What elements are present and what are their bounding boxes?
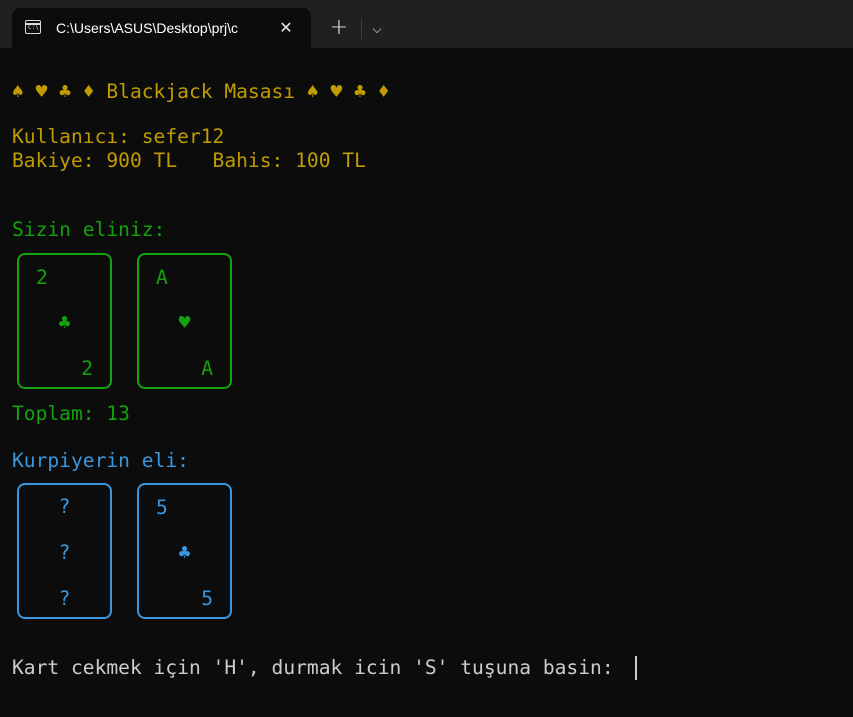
card-edge (137, 495, 139, 519)
dealer-card-hidden: ? ? ? (17, 483, 112, 619)
chevron-down-icon[interactable]: ⌵ (366, 18, 388, 40)
card-rank: 5 (201, 587, 213, 610)
card-edge (137, 265, 139, 289)
player-card: 2 ♣ 2 (17, 253, 112, 389)
terminal-tab[interactable]: C:\ C:\Users\ASUS\Desktop\prj\c ✕ (12, 8, 311, 48)
tab-title: C:\Users\ASUS\Desktop\prj\c (56, 20, 239, 36)
card-suit-icon: ? (58, 541, 71, 564)
card-rank: A (156, 266, 168, 289)
card-edge (110, 265, 112, 289)
player-card: A ♥ A (137, 253, 232, 389)
tab-bar: C:\ C:\Users\ASUS\Desktop\prj\c ✕ + ⌵ (0, 0, 853, 48)
player-hand-label: Sizin eliniz: (12, 218, 166, 241)
input-prompt: Kart cekmek için 'H', durmak icin 'S' tu… (12, 656, 626, 679)
terminal-output[interactable]: ♠ ♥ ♣ ♦ Blackjack Masası ♠ ♥ ♣ ♦ Kullanı… (0, 48, 853, 717)
text-cursor[interactable] (635, 656, 637, 680)
card-rank: 2 (81, 357, 93, 380)
card-rank: ? (58, 587, 71, 610)
close-tab-button[interactable]: ✕ (275, 17, 297, 39)
card-suit-icon: ♣ (178, 541, 191, 564)
card-edge (110, 495, 112, 519)
card-rank: ? (58, 495, 71, 518)
card-rank: 2 (36, 266, 48, 289)
card-suit-icon: ♥ (178, 311, 191, 334)
card-suit-icon: ♣ (58, 311, 71, 334)
player-total: Toplam: 13 (12, 402, 130, 425)
dealer-card: 5 ♣ 5 (137, 483, 232, 619)
user-line: Kullanıcı: sefer12 (12, 125, 225, 148)
dealer-hand-label: Kurpiyerin eli: (12, 449, 189, 472)
game-header: ♠ ♥ ♣ ♦ Blackjack Masası ♠ ♥ ♣ ♦ (12, 80, 390, 103)
card-edge (17, 265, 19, 289)
balance-line: Bakiye: 900 TL Bahis: 100 TL (12, 149, 366, 172)
card-rank: A (201, 357, 213, 380)
card-edge (230, 495, 232, 519)
tab-separator (361, 19, 362, 39)
terminal-icon: C:\ (25, 20, 41, 34)
new-tab-button[interactable]: + (327, 17, 351, 41)
card-edge (230, 265, 232, 289)
card-rank: 5 (156, 496, 168, 519)
